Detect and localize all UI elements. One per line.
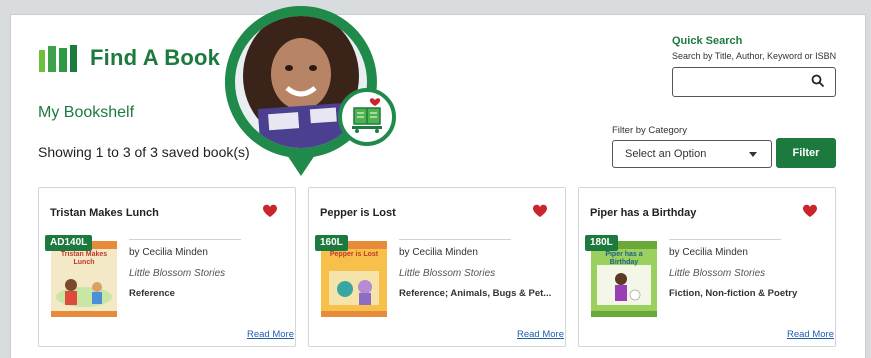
logo-text: Find A Book <box>90 45 221 70</box>
avatar-bubble <box>225 6 396 184</box>
book-card: Piper has a Birthday 180L Piper has a Bi… <box>578 187 836 347</box>
book-category: Reference; Animals, Bugs & Pet... <box>399 288 552 299</box>
book-category: Fiction, Non-fiction & Poetry <box>669 288 798 299</box>
search-icon[interactable] <box>811 74 825 88</box>
book-title[interactable]: Tristan Makes Lunch <box>50 207 159 219</box>
lexile-badge: 180L <box>585 235 618 251</box>
divider <box>129 239 241 240</box>
results-count: Showing 1 to 3 of 3 saved book(s) <box>38 144 250 160</box>
heart-icon[interactable] <box>802 204 818 218</box>
book-author: by Cecilia Minden <box>129 247 208 258</box>
find-a-book-logo[interactable]: Find A Book <box>38 44 220 72</box>
book-card: Pepper is Lost 160L Pepper is Lost by Ce… <box>308 187 566 347</box>
bookshelf-badge <box>338 88 396 146</box>
filter-label: Filter by Category <box>612 125 687 136</box>
divider <box>669 239 781 240</box>
chevron-down-icon <box>749 152 757 157</box>
read-more-link[interactable]: Read More <box>247 329 294 340</box>
book-cover[interactable]: Piper has a Birthday <box>591 241 657 317</box>
category-select-value: Select an Option <box>625 148 707 160</box>
book-author: by Cecilia Minden <box>669 247 748 258</box>
page-title: My Bookshelf <box>38 104 135 121</box>
book-card: Tristan Makes Lunch AD140L Tristan Makes… <box>38 187 296 347</box>
bookshelf-icon <box>352 98 382 133</box>
filter-button[interactable]: Filter <box>776 138 836 168</box>
book-series: Little Blossom Stories <box>399 268 496 279</box>
read-more-link[interactable]: Read More <box>787 329 834 340</box>
quick-search-hint: Search by Title, Author, Keyword or ISBN <box>672 51 837 61</box>
category-select[interactable]: Select an Option <box>612 140 772 168</box>
book-category: Reference <box>129 288 175 299</box>
book-title[interactable]: Piper has a Birthday <box>590 207 696 219</box>
heart-icon[interactable] <box>532 204 548 218</box>
cover-title: Tristan Makes Lunch <box>60 251 108 266</box>
cover-title: Piper has a Birthday <box>605 251 643 266</box>
book-series: Little Blossom Stories <box>129 268 226 279</box>
lexile-badge: 160L <box>315 235 348 251</box>
book-author: by Cecilia Minden <box>399 247 478 258</box>
books-logo-icon <box>39 45 77 72</box>
book-cover[interactable]: Tristan Makes Lunch <box>51 241 117 317</box>
book-title[interactable]: Pepper is Lost <box>320 207 396 219</box>
cover-title: Pepper is Lost <box>329 251 379 258</box>
book-cover[interactable]: Pepper is Lost <box>321 241 387 317</box>
divider <box>399 239 511 240</box>
lexile-badge: AD140L <box>45 235 93 251</box>
read-more-link[interactable]: Read More <box>517 329 564 340</box>
book-series: Little Blossom Stories <box>669 268 766 279</box>
quick-search-title: Quick Search <box>672 35 743 47</box>
heart-icon[interactable] <box>262 204 278 218</box>
